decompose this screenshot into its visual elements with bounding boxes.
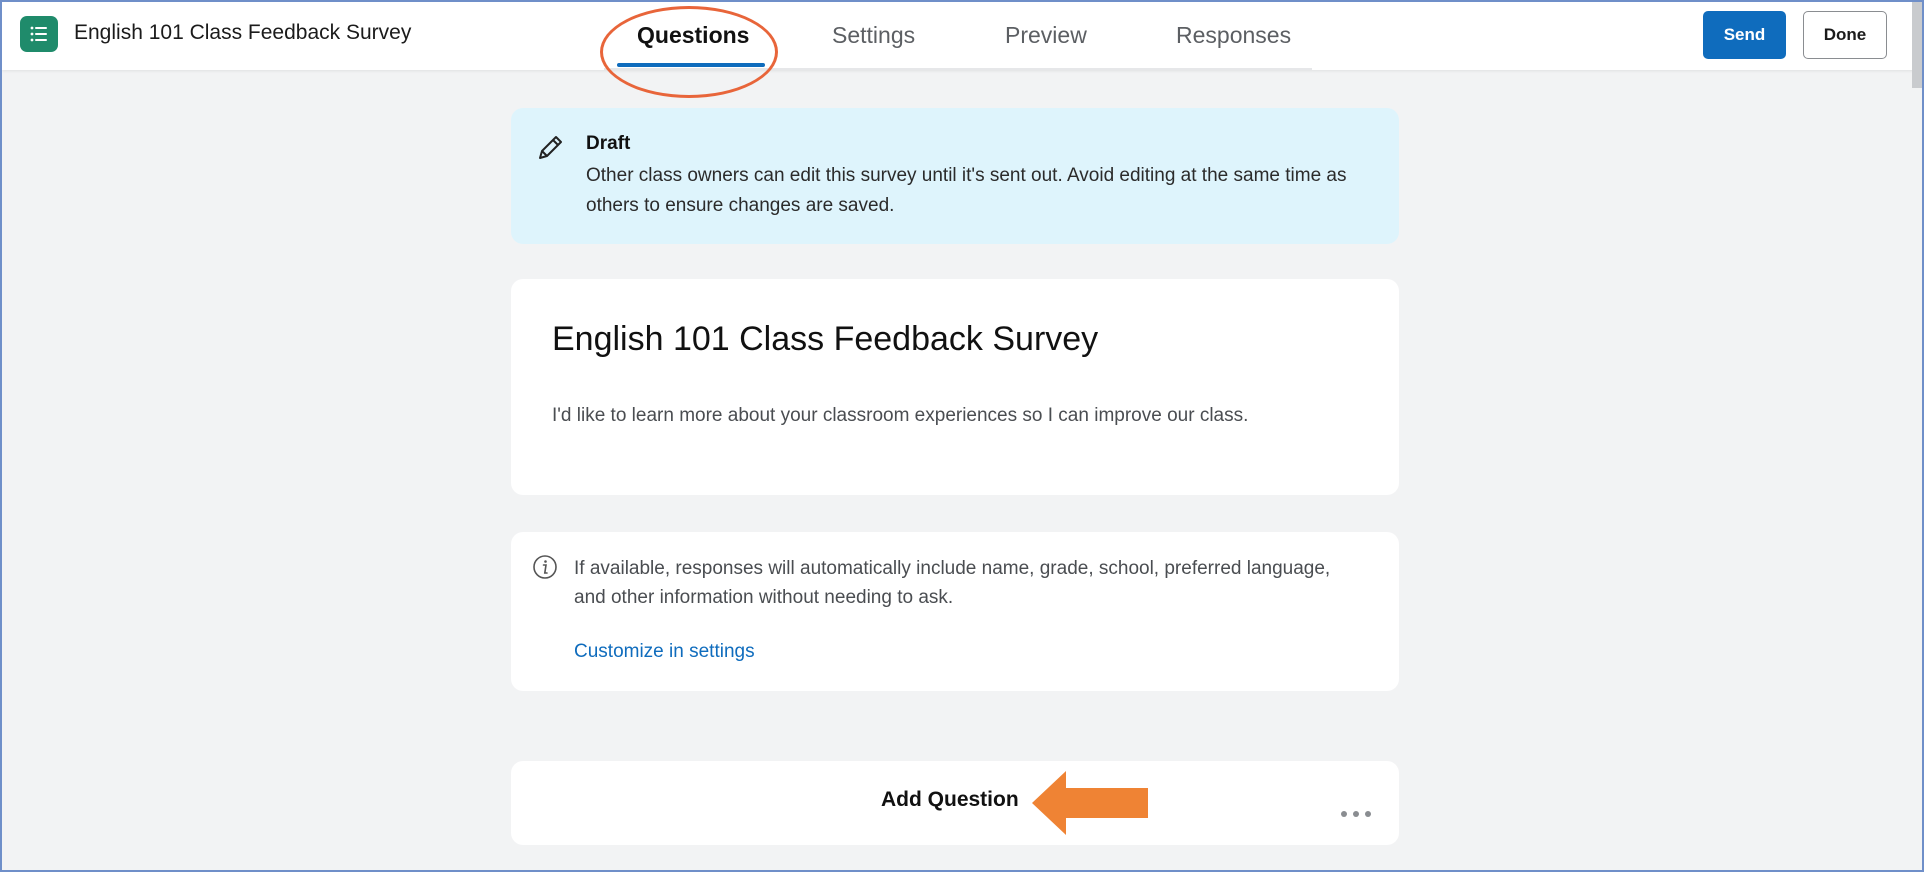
scrollbar[interactable]: [1912, 2, 1922, 88]
tab-responses[interactable]: Responses: [1176, 22, 1291, 49]
app-window: English 101 Class Feedback Survey Questi…: [0, 0, 1924, 872]
tab-settings[interactable]: Settings: [832, 22, 915, 49]
top-bar: English 101 Class Feedback Survey Questi…: [2, 2, 1922, 88]
form-description[interactable]: I'd like to learn more about your classr…: [552, 405, 1248, 427]
draft-text: Other class owners can edit this survey …: [586, 165, 1347, 216]
form-header-card[interactable]: [511, 279, 1399, 495]
arrow-annotation: [1032, 771, 1148, 835]
form-title[interactable]: English 101 Class Feedback Survey: [552, 320, 1098, 359]
survey-name: English 101 Class Feedback Survey: [74, 21, 412, 44]
highlight-ellipse-annotation: [600, 6, 778, 98]
info-text: If available, responses will automatical…: [574, 558, 1331, 608]
add-question-button[interactable]: Add Question: [881, 788, 1019, 812]
more-horizontal-icon[interactable]: [1340, 810, 1372, 818]
send-button[interactable]: Send: [1703, 11, 1786, 59]
info-icon: [533, 555, 557, 579]
customize-settings-link[interactable]: Customize in settings: [574, 641, 755, 663]
draft-title: Draft: [586, 133, 631, 154]
done-button[interactable]: Done: [1803, 11, 1887, 59]
pencil-icon: [539, 136, 562, 159]
list-icon: [20, 16, 58, 52]
tab-preview[interactable]: Preview: [1005, 22, 1087, 49]
